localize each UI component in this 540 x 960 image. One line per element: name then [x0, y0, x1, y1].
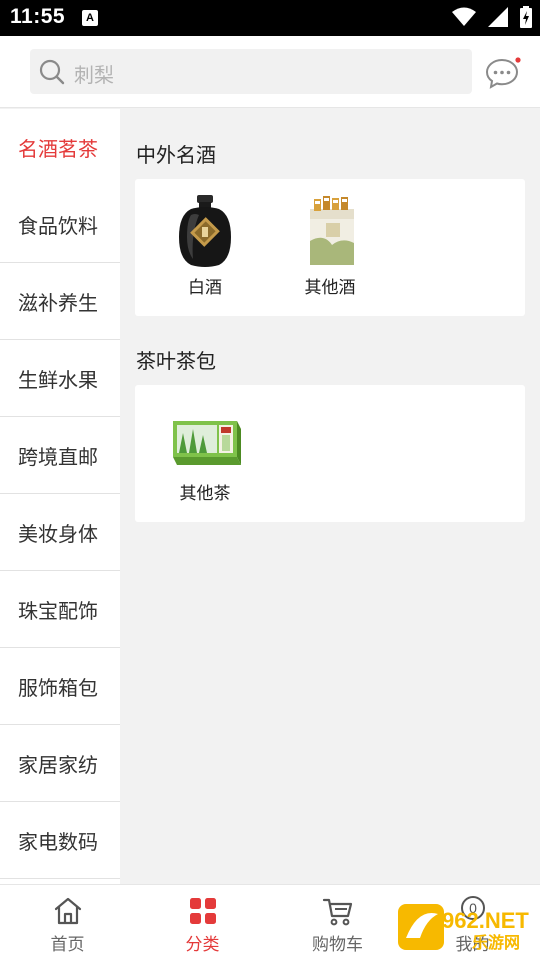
sidebar-item-label: 滋补养生	[18, 290, 98, 315]
watermark-text: 962.NET	[442, 908, 529, 933]
sidebar-item-food-drinks[interactable]: 食品饮料	[0, 186, 120, 263]
category-content: 中外名酒 白酒 其他酒 茶叶茶包 其他茶	[120, 109, 540, 884]
notification-icon: A	[82, 10, 98, 26]
nav-cart[interactable]: 购物车	[270, 885, 405, 960]
product-card: 其他茶	[135, 385, 525, 522]
sidebar-item-apparel[interactable]: 服饰箱包	[0, 648, 120, 725]
product-label: 其他酒	[304, 278, 356, 298]
product-other-tea[interactable]: 其他茶	[155, 399, 255, 509]
status-icons	[452, 6, 532, 28]
product-baijiu[interactable]: 白酒	[155, 193, 255, 303]
search-icon	[39, 59, 65, 85]
nav-home[interactable]: 首页	[0, 885, 135, 960]
nav-label: 购物车	[312, 935, 363, 955]
sidebar-item-liquor-tea[interactable]: 名酒茗茶	[0, 109, 120, 186]
baijiu-bottle-image	[179, 195, 231, 267]
product-other-liquor[interactable]: 其他酒	[280, 193, 380, 303]
sidebar-item-label: 美妆身体	[18, 521, 98, 546]
product-label: 其他茶	[179, 484, 231, 504]
sidebar-item-health[interactable]: 滋补养生	[0, 263, 120, 340]
status-bar: 11:55 A	[0, 0, 540, 36]
sidebar-item-home-textile[interactable]: 家居家纺	[0, 725, 120, 802]
category-sidebar: 名酒茗茶 食品饮料 滋补养生 生鲜水果 跨境直邮 美妆身体 珠宝配饰 服饰箱包 …	[0, 109, 120, 884]
bottom-nav: 首页 分类 购物车 0 我的 962.NET 乐游网	[0, 884, 540, 960]
wifi-icon	[452, 7, 476, 26]
home-icon	[54, 897, 82, 925]
signal-icon	[488, 7, 508, 27]
sidebar-item-label: 跨境直邮	[18, 444, 98, 469]
sidebar-item-fresh-fruit[interactable]: 生鲜水果	[0, 340, 120, 417]
product-card: 白酒 其他酒	[135, 179, 525, 316]
status-time: 11:55	[10, 5, 66, 28]
watermark-subtext: 乐游网	[472, 933, 520, 952]
sidebar-item-label: 家居家纺	[18, 752, 98, 777]
search-input[interactable]: 刺梨	[30, 49, 472, 94]
nav-category[interactable]: 分类	[135, 885, 270, 960]
sidebar-item-label: 家电数码	[18, 829, 98, 854]
sidebar-item-beauty[interactable]: 美妆身体	[0, 494, 120, 571]
section-title: 茶叶茶包	[136, 349, 216, 373]
sidebar-item-electronics[interactable]: 家电数码	[0, 802, 120, 879]
sidebar-item-label: 名酒茗茶	[18, 136, 98, 161]
unread-dot	[515, 57, 521, 63]
chat-bubble-icon[interactable]	[485, 56, 521, 90]
cart-icon	[322, 898, 353, 926]
battery-icon	[520, 6, 532, 28]
header: 刺梨	[0, 36, 540, 108]
product-label: 白酒	[188, 278, 222, 298]
sidebar-item-label: 珠宝配饰	[18, 598, 98, 623]
watermark-logo: 962.NET 乐游网	[398, 904, 529, 952]
search-placeholder: 刺梨	[74, 63, 114, 87]
sidebar-item-label: 生鲜水果	[18, 367, 98, 392]
sidebar-item-label: 食品饮料	[18, 213, 98, 238]
sidebar-item-jewelry[interactable]: 珠宝配饰	[0, 571, 120, 648]
sidebar-item-cross-border[interactable]: 跨境直邮	[0, 417, 120, 494]
nav-label: 首页	[50, 935, 85, 955]
nav-label: 分类	[185, 935, 220, 955]
sidebar-item-label: 服饰箱包	[18, 675, 98, 700]
gift-liquor-box-image	[310, 196, 354, 265]
section-title: 中外名酒	[136, 143, 216, 167]
category-icon	[190, 898, 216, 924]
tea-box-image	[173, 421, 241, 465]
